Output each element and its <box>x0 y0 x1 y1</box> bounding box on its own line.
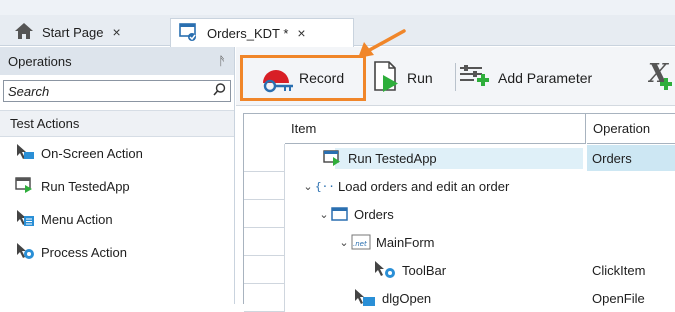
editor-toolbar: Record Run Add Parameter X <box>236 47 675 106</box>
column-header-operation[interactable]: Operation <box>587 114 675 144</box>
operation-item-run-testedapp[interactable]: Run TestedApp <box>0 170 234 203</box>
item-cell: ⌄ {···} Load orders and edit an order <box>301 172 509 200</box>
add-variable-icon: X <box>646 59 674 97</box>
home-icon <box>14 22 34 43</box>
pin-icon[interactable]: ᚫ <box>219 54 226 68</box>
table-row[interactable]: ⌄ {···} Load orders and edit an order <box>285 172 675 200</box>
add-parameter-button[interactable]: Add Parameter <box>458 55 592 101</box>
operation-cell: OpenFile <box>592 290 645 306</box>
gutter-cell[interactable] <box>244 256 285 284</box>
operation-cell: ClickItem <box>592 262 646 278</box>
section-header-test-actions[interactable]: Test Actions <box>0 110 234 137</box>
operation-item-process-action[interactable]: Process Action <box>0 236 234 269</box>
tab-orders-kdt[interactable]: Orders_KDT * × <box>170 18 354 47</box>
run-testedapp-icon <box>323 149 343 167</box>
item-label: Load orders and edit an order <box>338 178 510 194</box>
item-label: ToolBar <box>402 262 447 278</box>
item-label: Orders <box>354 206 394 222</box>
run-testedapp-icon <box>15 176 35 197</box>
section-label: Test Actions <box>10 116 80 131</box>
table-row[interactable]: Run TestedApp Orders <box>285 144 675 172</box>
run-icon <box>373 60 401 97</box>
search-icon[interactable] <box>213 83 226 99</box>
table-row[interactable]: ⌄ .net MainForm <box>285 228 675 256</box>
gutter-cell[interactable] <box>244 200 285 228</box>
operation-label: Menu Action <box>41 212 113 227</box>
tab-start-page[interactable]: Start Page × <box>6 18 167 46</box>
panel-title: Operations <box>8 53 72 69</box>
toolbar-action-icon <box>373 260 397 280</box>
operation-cell <box>587 229 675 255</box>
operation-item-menu-action[interactable]: Menu Action <box>0 203 234 236</box>
tab-label: Orders_KDT * <box>207 25 289 41</box>
table-row[interactable]: dlgOpen OpenFile <box>285 284 675 312</box>
run-label: Run <box>407 70 433 86</box>
item-cell: ⌄ Orders <box>317 200 394 228</box>
svg-text:{···}: {···} <box>315 180 333 193</box>
item-cell: Run TestedApp <box>323 144 437 172</box>
item-label: Run TestedApp <box>348 150 437 166</box>
item-label: dlgOpen <box>382 290 432 306</box>
process-action-icon <box>15 242 35 263</box>
gutter-cell[interactable] <box>244 284 285 312</box>
table-row[interactable]: ⌄ Orders <box>285 200 675 228</box>
chevron-down-icon[interactable]: ⌄ <box>337 236 351 249</box>
annotation-arrow-icon <box>358 29 406 58</box>
operations-panel-header: Operations ᚫ <box>0 47 234 75</box>
search-box <box>3 80 231 102</box>
operation-cell <box>587 201 675 227</box>
gutter-cell[interactable] <box>244 144 285 172</box>
item-label: MainForm <box>376 234 435 250</box>
svg-text:.net: .net <box>353 240 367 248</box>
search-input[interactable] <box>8 83 198 99</box>
add-parameter-icon <box>458 62 492 95</box>
record-label: Record <box>299 70 345 86</box>
operations-panel: Operations ᚫ Test Actions On-Screen Acti… <box>0 47 235 304</box>
operation-item-on-screen-action[interactable]: On-Screen Action <box>0 137 234 170</box>
table-row[interactable]: ToolBar ClickItem <box>285 256 675 284</box>
close-icon[interactable]: × <box>112 24 120 40</box>
window-icon <box>331 206 349 222</box>
chevron-down-icon[interactable]: ⌄ <box>317 208 331 221</box>
operation-label: Process Action <box>41 245 127 260</box>
record-button[interactable]: Record <box>240 55 366 101</box>
keyword-test-icon <box>179 22 199 45</box>
tab-label: Start Page <box>42 24 104 40</box>
menu-action-icon <box>15 209 35 230</box>
row-gutter <box>244 114 285 312</box>
operation-label: On-Screen Action <box>41 146 143 161</box>
dialog-action-icon <box>353 288 377 308</box>
operation-label: Run TestedApp <box>41 179 130 194</box>
group-brace-icon: {···} <box>315 179 333 193</box>
add-variable-button[interactable]: X <box>646 55 674 101</box>
item-cell: ToolBar <box>373 256 446 284</box>
item-cell: dlgOpen <box>353 284 431 312</box>
item-cell: ⌄ .net MainForm <box>337 228 435 256</box>
window-top-band <box>0 0 675 15</box>
record-icon <box>261 61 295 96</box>
gutter-cell[interactable] <box>244 228 285 256</box>
add-parameter-label: Add Parameter <box>498 70 593 86</box>
dotnet-icon: .net <box>351 234 371 250</box>
chevron-down-icon[interactable]: ⌄ <box>301 180 315 193</box>
operation-cell: Orders <box>587 145 675 171</box>
on-screen-action-icon <box>15 143 35 164</box>
document-tab-strip: Start Page × Orders_KDT * × <box>0 15 675 47</box>
gutter-cell[interactable] <box>244 172 285 200</box>
toolbar-separator <box>455 63 456 91</box>
operation-cell <box>587 173 675 199</box>
test-steps-grid: Item Operation Run TestedApp Orders ⌄ {·… <box>243 113 675 312</box>
column-header-item[interactable]: Item <box>285 114 586 144</box>
close-icon[interactable]: × <box>297 25 305 41</box>
